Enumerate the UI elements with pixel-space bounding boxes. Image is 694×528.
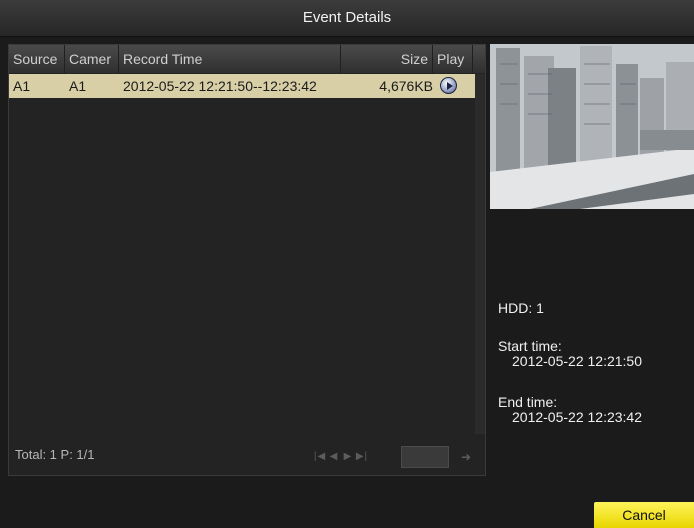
total-pages-text: Total: 1 P: 1/1 <box>15 447 95 462</box>
go-icon[interactable]: ➜ <box>455 446 477 468</box>
city-buildings-image <box>490 44 694 209</box>
table-header: Source Camer Record Time Size Play <box>9 45 485 73</box>
page-number-input[interactable] <box>401 446 449 468</box>
end-time-value: 2012-05-22 12:23:42 <box>512 409 642 425</box>
next-page-icon[interactable]: ▶ <box>341 451 355 462</box>
cell-record-time: 2012-05-22 12:21:50--12:23:42 <box>123 78 317 94</box>
cell-source: A1 <box>13 78 31 94</box>
column-header-camera[interactable]: Camer <box>65 45 119 73</box>
cancel-button[interactable]: Cancel <box>594 502 694 528</box>
first-page-icon[interactable]: |◀ <box>313 451 327 462</box>
table-footer: Total: 1 P: 1/1 |◀ ◀ ▶ ▶| ➜ <box>9 441 485 475</box>
vertical-scrollbar[interactable] <box>475 74 485 434</box>
prev-page-icon[interactable]: ◀ <box>327 451 341 462</box>
column-header-record-time[interactable]: Record Time <box>119 45 341 73</box>
table-row[interactable]: A1 A1 2012-05-22 12:21:50--12:23:42 4,67… <box>9 74 475 98</box>
last-page-icon[interactable]: ▶| <box>355 451 369 462</box>
cell-camera: A1 <box>69 78 87 94</box>
start-time-value: 2012-05-22 12:21:50 <box>512 353 642 369</box>
cell-size: 4,676KB <box>379 78 433 94</box>
column-header-play[interactable]: Play <box>433 45 473 73</box>
event-list-panel: Source Camer Record Time Size Play A1 A1… <box>8 44 486 476</box>
column-header-source[interactable]: Source <box>9 45 65 73</box>
column-header-size[interactable]: Size <box>341 45 433 73</box>
pager-controls: |◀ ◀ ▶ ▶| <box>313 451 369 462</box>
video-preview-thumbnail <box>490 44 694 209</box>
hdd-label: HDD: 1 <box>498 300 544 316</box>
window-title: Event Details <box>0 0 694 37</box>
play-circle-icon[interactable] <box>440 77 457 94</box>
